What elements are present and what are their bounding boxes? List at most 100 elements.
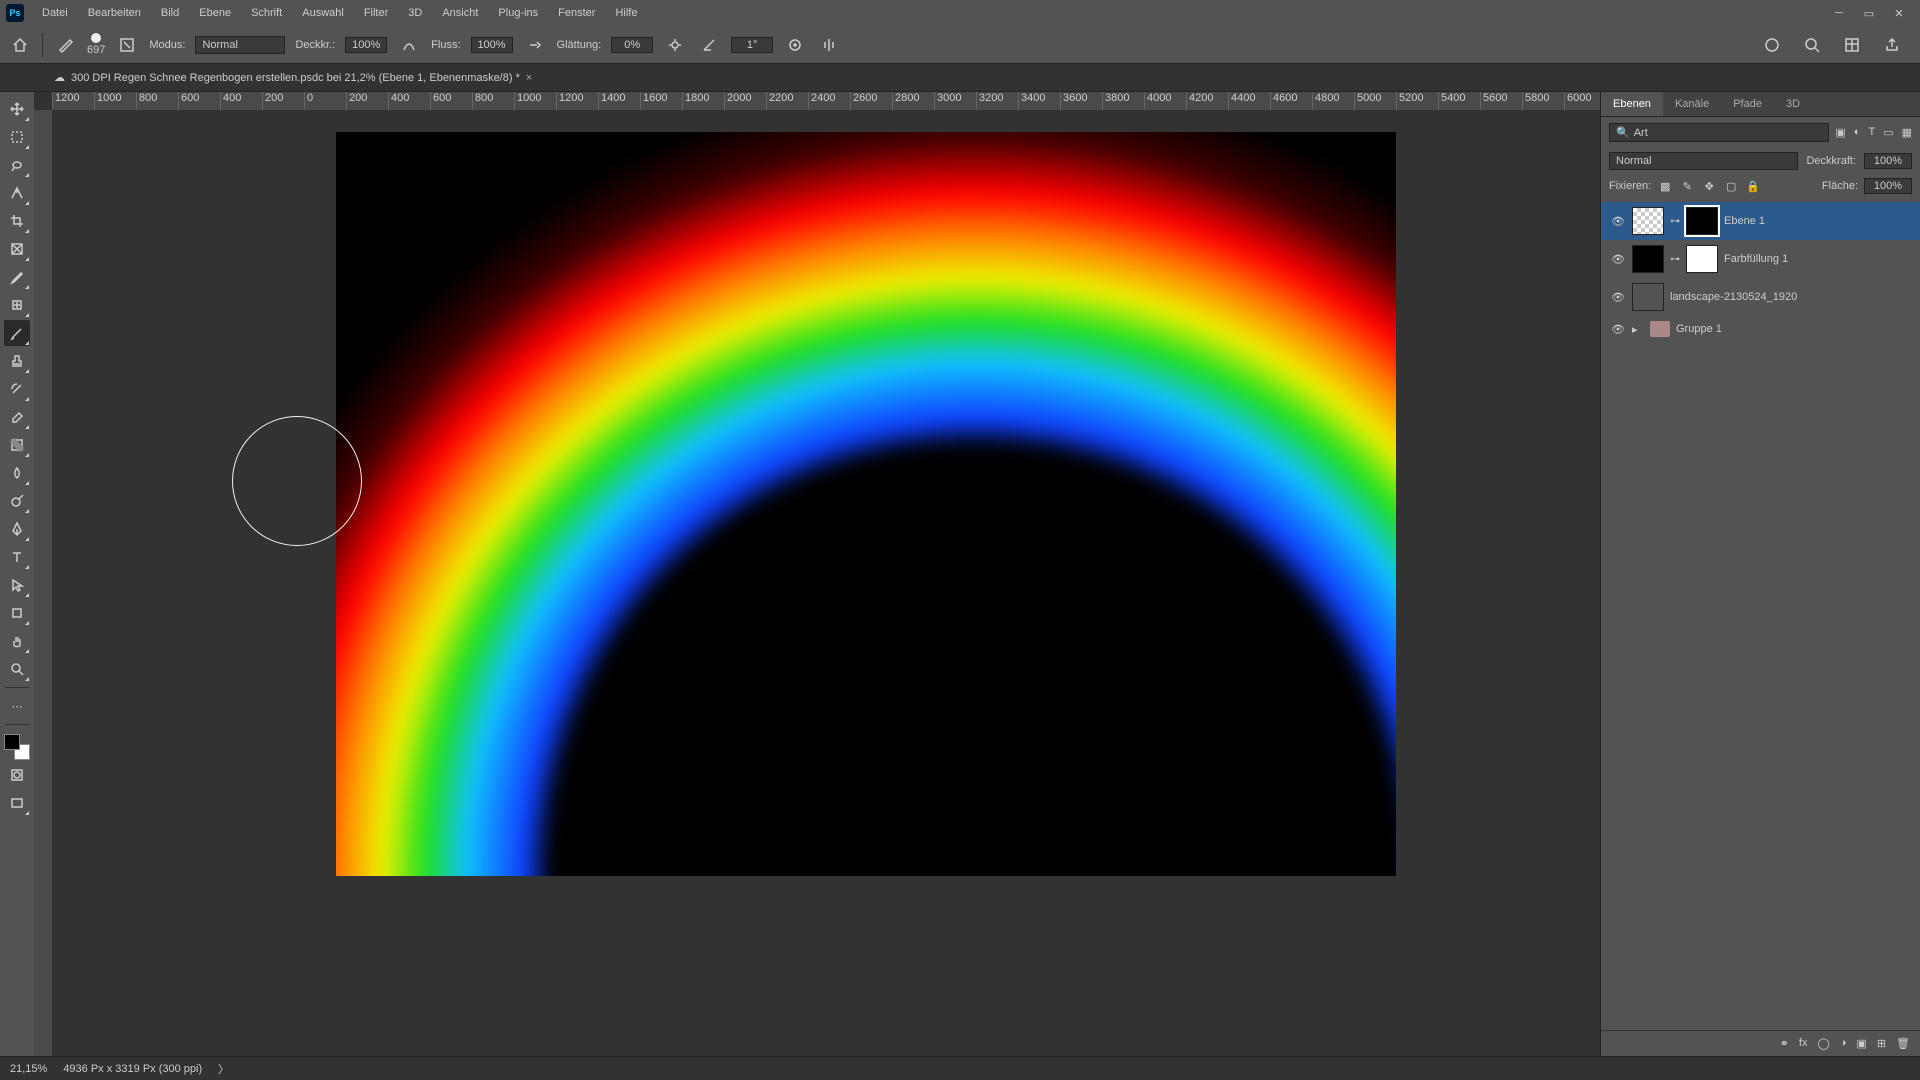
- healing-tool[interactable]: [4, 292, 30, 318]
- vertical-ruler[interactable]: [34, 110, 52, 1056]
- brush-tool[interactable]: [4, 320, 30, 346]
- menu-hilfe[interactable]: Hilfe: [605, 3, 647, 23]
- document-tab[interactable]: ☁ 300 DPI Regen Schnee Regenbogen erstel…: [44, 67, 542, 88]
- filter-smart-icon[interactable]: ▦: [1902, 126, 1912, 139]
- frame-tool[interactable]: [4, 236, 30, 262]
- layer-fill-input[interactable]: 100%: [1864, 178, 1912, 194]
- home-button[interactable]: [8, 33, 32, 57]
- menu-auswahl[interactable]: Auswahl: [292, 3, 354, 23]
- menu-bild[interactable]: Bild: [151, 3, 189, 23]
- pen-tool[interactable]: [4, 516, 30, 542]
- share-button[interactable]: [1880, 33, 1904, 57]
- filter-adjust-icon[interactable]: ◐: [1854, 126, 1861, 139]
- document-dimensions[interactable]: 4936 Px x 3319 Px (300 ppi): [63, 1063, 202, 1075]
- foreground-color-swatch[interactable]: [4, 734, 20, 750]
- brush-preset-picker[interactable]: 697: [87, 33, 105, 56]
- lock-all-button[interactable]: 🔒: [1745, 178, 1761, 194]
- screen-mode-button[interactable]: [4, 790, 30, 816]
- layer-row[interactable]: 👁 ⊶ Ebene 1: [1601, 202, 1920, 240]
- airbrush-button[interactable]: [523, 33, 547, 57]
- menu-fenster[interactable]: Fenster: [548, 3, 605, 23]
- menu-datei[interactable]: Datei: [32, 3, 78, 23]
- document-canvas[interactable]: [336, 132, 1396, 876]
- layer-thumbnail[interactable]: [1632, 283, 1664, 311]
- smoothing-options-button[interactable]: [663, 33, 687, 57]
- selection-tool[interactable]: [4, 180, 30, 206]
- pressure-opacity-button[interactable]: [397, 33, 421, 57]
- opacity-input[interactable]: 100%: [345, 37, 387, 53]
- mask-thumbnail[interactable]: [1686, 207, 1718, 235]
- horizontal-ruler[interactable]: 1200100080060040020002004006008001000120…: [52, 92, 1600, 110]
- angle-input[interactable]: 1°: [731, 37, 773, 53]
- path-selection-tool[interactable]: [4, 572, 30, 598]
- layer-opacity-input[interactable]: 100%: [1864, 153, 1912, 169]
- layer-thumbnail[interactable]: [1632, 207, 1664, 235]
- mask-link-icon[interactable]: ⊶: [1670, 216, 1680, 227]
- search-button[interactable]: [1800, 33, 1824, 57]
- smoothing-input[interactable]: 0%: [611, 37, 653, 53]
- close-tab-button[interactable]: ×: [526, 72, 532, 84]
- layer-row[interactable]: 👁 ⊶ Farbfüllung 1: [1601, 240, 1920, 278]
- visibility-toggle[interactable]: 👁: [1610, 215, 1626, 228]
- zoom-level[interactable]: 21,15%: [10, 1063, 47, 1075]
- layer-thumbnail[interactable]: [1632, 245, 1664, 273]
- link-layers-button[interactable]: ⚭: [1780, 1037, 1789, 1050]
- menu-ebene[interactable]: Ebene: [189, 3, 241, 23]
- tool-preset-picker[interactable]: [53, 33, 77, 57]
- layer-style-button[interactable]: fx: [1799, 1037, 1808, 1050]
- flow-input[interactable]: 100%: [471, 37, 513, 53]
- blend-mode-select[interactable]: Normal: [195, 36, 285, 54]
- lasso-tool[interactable]: [4, 152, 30, 178]
- layer-row[interactable]: 👁 landscape-2130524_1920: [1601, 278, 1920, 316]
- layer-blend-mode-select[interactable]: Normal: [1609, 152, 1798, 170]
- workspace-button[interactable]: [1840, 33, 1864, 57]
- menu-3d[interactable]: 3D: [398, 3, 432, 23]
- adjustment-layer-button[interactable]: ◑: [1840, 1037, 1847, 1050]
- marquee-tool[interactable]: [4, 124, 30, 150]
- delete-layer-button[interactable]: 🗑: [1896, 1037, 1910, 1050]
- panel-tab-pfade[interactable]: Pfade: [1721, 92, 1774, 116]
- hand-tool[interactable]: [4, 628, 30, 654]
- blur-tool[interactable]: [4, 460, 30, 486]
- stamp-tool[interactable]: [4, 348, 30, 374]
- visibility-toggle[interactable]: 👁: [1610, 291, 1626, 304]
- minimize-button[interactable]: ─: [1824, 3, 1854, 23]
- layer-name[interactable]: landscape-2130524_1920: [1670, 291, 1911, 303]
- gradient-tool[interactable]: [4, 432, 30, 458]
- new-layer-button[interactable]: ⊞: [1877, 1037, 1886, 1050]
- cloud-docs-button[interactable]: [1760, 33, 1784, 57]
- group-button[interactable]: ▣: [1856, 1037, 1866, 1050]
- layer-filter-select[interactable]: 🔍 Art: [1609, 123, 1829, 142]
- visibility-toggle[interactable]: 👁: [1610, 253, 1626, 266]
- history-brush-tool[interactable]: [4, 376, 30, 402]
- panel-tab-ebenen[interactable]: Ebenen: [1601, 92, 1663, 116]
- layer-name[interactable]: Ebene 1: [1724, 215, 1911, 227]
- shape-tool[interactable]: [4, 600, 30, 626]
- eraser-tool[interactable]: [4, 404, 30, 430]
- type-tool[interactable]: [4, 544, 30, 570]
- lock-pixels-button[interactable]: ✎: [1679, 178, 1695, 194]
- lock-position-button[interactable]: ✥: [1701, 178, 1717, 194]
- visibility-toggle[interactable]: 👁: [1610, 323, 1626, 336]
- filter-pixel-icon[interactable]: ▣: [1835, 126, 1845, 139]
- mask-link-icon[interactable]: ⊶: [1670, 254, 1680, 265]
- filter-type-icon[interactable]: T: [1868, 126, 1875, 139]
- menu-schrift[interactable]: Schrift: [241, 3, 292, 23]
- menu-plug-ins[interactable]: Plug-ins: [488, 3, 548, 23]
- menu-ansicht[interactable]: Ansicht: [432, 3, 488, 23]
- lock-transparency-button[interactable]: ▩: [1657, 178, 1673, 194]
- menu-filter[interactable]: Filter: [354, 3, 398, 23]
- layer-name[interactable]: Farbfüllung 1: [1724, 253, 1911, 265]
- expand-arrow[interactable]: ▸: [1632, 323, 1644, 336]
- menu-bearbeiten[interactable]: Bearbeiten: [78, 3, 151, 23]
- brush-panel-toggle[interactable]: [115, 33, 139, 57]
- move-tool[interactable]: [4, 96, 30, 122]
- status-arrow-icon[interactable]: 〉: [218, 1061, 229, 1077]
- maximize-button[interactable]: ▭: [1854, 3, 1884, 24]
- pressure-size-button[interactable]: [783, 33, 807, 57]
- mask-thumbnail[interactable]: [1686, 245, 1718, 273]
- panel-tab-3d[interactable]: 3D: [1774, 92, 1812, 116]
- panel-tab-kanäle[interactable]: Kanäle: [1663, 92, 1721, 116]
- layer-mask-button[interactable]: ◯: [1817, 1037, 1829, 1050]
- lock-artboard-button[interactable]: ▢: [1723, 178, 1739, 194]
